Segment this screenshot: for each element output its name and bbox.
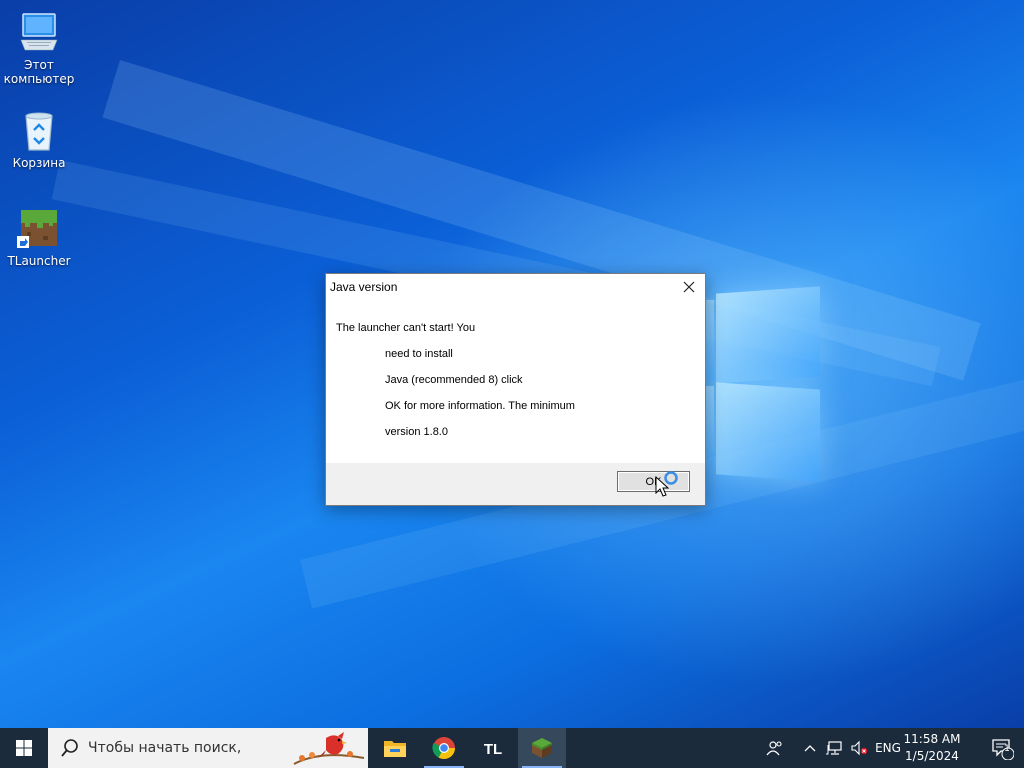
mouse-cursor-busy-icon (655, 471, 678, 497)
this-pc-icon (17, 10, 61, 54)
recycle-bin-icon (17, 108, 61, 152)
message-line: need to install (385, 348, 453, 360)
search-icon (61, 739, 78, 757)
message-line: OK for more information. The minimum (385, 400, 575, 412)
clock-time: 11:58 AM (903, 732, 961, 746)
language-indicator[interactable]: ENG (872, 728, 904, 768)
desktop-icon-label: Корзина (12, 156, 66, 170)
clock[interactable]: 11:58 AM 1/5/2024 (902, 731, 962, 765)
taskbar: Чтобы начать поиск, TL ENG 11:58 AM 1/5/… (0, 728, 1024, 768)
message-line: Java (recommended 8) click (385, 374, 523, 386)
desktop-icon-label: Этот компьютер (3, 58, 75, 86)
message-line: version 1.8.0 (385, 426, 448, 438)
taskbar-chrome[interactable] (420, 728, 468, 768)
chevron-up-icon (804, 745, 816, 752)
people-button[interactable] (762, 728, 788, 768)
windows-start-icon (16, 740, 32, 756)
people-icon (766, 741, 782, 756)
message-line: The launcher can't start! You (336, 322, 476, 334)
search-highlight-bird-icon (293, 732, 365, 765)
network-icon (826, 741, 842, 755)
search-box[interactable]: Чтобы начать поиск, (48, 728, 368, 768)
tlauncher-icon: TL (480, 736, 506, 760)
taskbar-file-explorer[interactable] (371, 728, 419, 768)
dialog-message: The launcher can't start! You need to in… (336, 322, 575, 452)
desktop-icon-label: TLauncher (7, 254, 71, 268)
show-hidden-icons-button[interactable] (800, 728, 820, 768)
close-button[interactable] (673, 274, 705, 300)
file-explorer-icon (384, 741, 406, 757)
clock-date: 1/5/2024 (905, 749, 959, 763)
volume-button[interactable] (848, 728, 870, 768)
dialog-title: Java version (330, 280, 398, 294)
dialog-footer: OK (326, 463, 705, 505)
chrome-icon (432, 737, 455, 759)
network-button[interactable] (824, 728, 846, 768)
svg-text:TL: TL (484, 741, 502, 758)
desktop-icon-recycle-bin[interactable]: Корзина (1, 108, 77, 170)
taskbar-minecraft[interactable] (518, 728, 566, 768)
java-version-dialog: Java version The launcher can't start! Y… (325, 273, 706, 506)
taskbar-tlauncher[interactable]: TL (469, 728, 517, 768)
action-center-button[interactable]: 1 (980, 728, 1024, 768)
minecraft-icon (532, 738, 552, 758)
volume-muted-icon (851, 740, 868, 756)
notification-badge: 1 (1004, 744, 1010, 754)
desktop-icon-tlauncher[interactable]: TLauncher (1, 206, 77, 268)
minecraft-grass-block-icon (17, 206, 61, 250)
close-icon (683, 281, 695, 293)
desktop-icon-this-pc[interactable]: Этот компьютер (1, 10, 77, 86)
start-button[interactable] (0, 728, 48, 768)
search-placeholder: Чтобы начать поиск, (88, 740, 242, 756)
